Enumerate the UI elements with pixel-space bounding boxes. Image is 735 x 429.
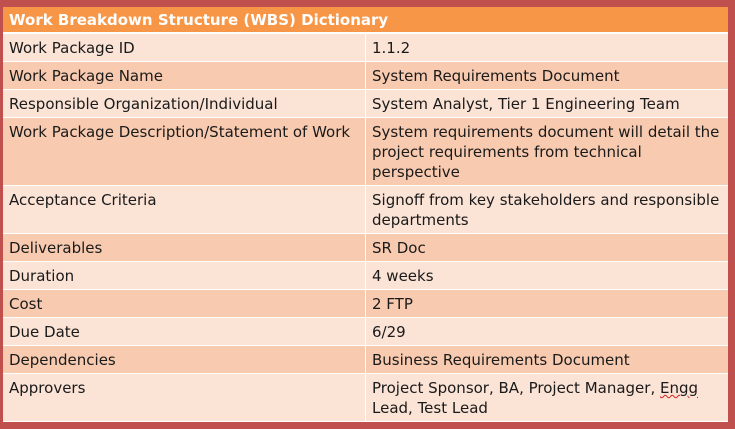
row-value: System Requirements Document	[365, 61, 728, 90]
row-label: Responsible Organization/Individual	[3, 89, 366, 118]
row-label: Work Package ID	[3, 33, 366, 62]
table-row: Work Package ID 1.1.2	[3, 33, 728, 62]
spellcheck-flagged-word: Engg	[659, 379, 699, 397]
row-label: Work Package Description/Statement of Wo…	[3, 117, 366, 186]
value-text: Project Sponsor, BA, Project Manager,	[372, 379, 660, 397]
table-row: Due Date 6/29	[3, 317, 728, 346]
table-row: Dependencies Business Requirements Docum…	[3, 345, 728, 374]
row-label: Approvers	[3, 373, 366, 422]
row-value: Business Requirements Document	[365, 345, 728, 374]
table-row: Approvers Project Sponsor, BA, Project M…	[3, 373, 728, 422]
row-label: Work Package Name	[3, 61, 366, 90]
row-label: Duration	[3, 261, 366, 290]
wbs-dictionary-table: Work Breakdown Structure (WBS) Dictionar…	[3, 7, 728, 422]
row-label: Deliverables	[3, 233, 366, 262]
table-row: Deliverables SR Doc	[3, 233, 728, 262]
row-value: Signoff from key stakeholders and respon…	[365, 185, 728, 234]
row-label: Dependencies	[3, 345, 366, 374]
row-value: System requirements document will detail…	[365, 117, 728, 186]
table-title: Work Breakdown Structure (WBS) Dictionar…	[3, 7, 728, 34]
table-row: Responsible Organization/Individual Syst…	[3, 89, 728, 118]
table-row: Cost 2 FTP	[3, 289, 728, 318]
row-label: Acceptance Criteria	[3, 185, 366, 234]
row-label: Cost	[3, 289, 366, 318]
table-row: Duration 4 weeks	[3, 261, 728, 290]
row-value: 6/29	[365, 317, 728, 346]
table-row: Work Package Name System Requirements Do…	[3, 61, 728, 90]
table-row: Work Package Description/Statement of Wo…	[3, 117, 728, 186]
table-row: Acceptance Criteria Signoff from key sta…	[3, 185, 728, 234]
row-value: 1.1.2	[365, 33, 728, 62]
row-value: System Analyst, Tier 1 Engineering Team	[365, 89, 728, 118]
value-text: Lead, Test Lead	[372, 399, 488, 417]
row-value: 2 FTP	[365, 289, 728, 318]
row-value: 4 weeks	[365, 261, 728, 290]
row-value: Project Sponsor, BA, Project Manager, En…	[365, 373, 728, 422]
row-value: SR Doc	[365, 233, 728, 262]
slide: Work Breakdown Structure (WBS) Dictionar…	[0, 0, 735, 429]
table-header-row: Work Breakdown Structure (WBS) Dictionar…	[3, 7, 728, 34]
row-label: Due Date	[3, 317, 366, 346]
